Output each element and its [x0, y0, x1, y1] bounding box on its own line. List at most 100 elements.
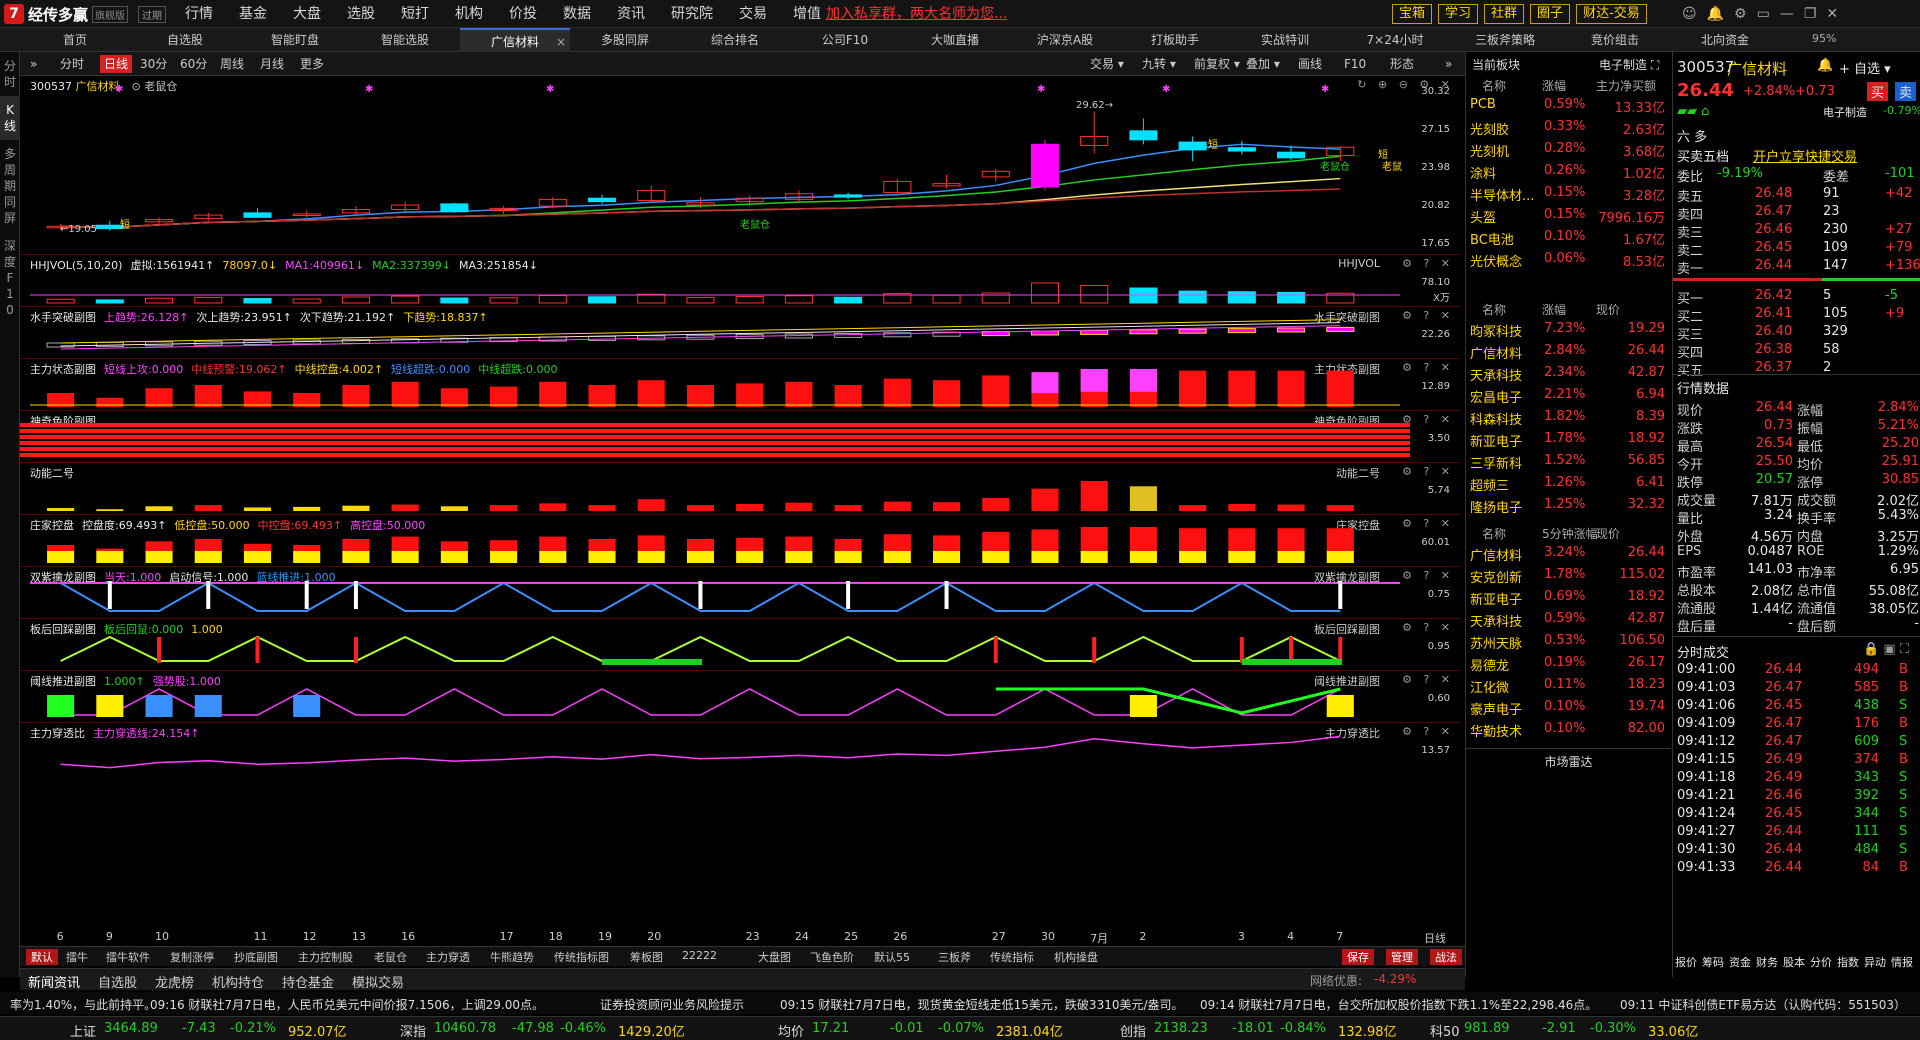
indicator-template-10[interactable]: 筹板图 [630, 949, 663, 965]
chart-tool-5[interactable]: F10 [1344, 55, 1366, 73]
market-radar-title[interactable]: 市场雷达 [1466, 748, 1671, 770]
table-row[interactable]: 光刻机 0.28% 3.68亿 [1466, 138, 1671, 160]
news-tab-2[interactable]: 龙虎榜 [155, 972, 194, 991]
tab-5[interactable]: 多股同屏 [570, 28, 680, 52]
indicator-template-9[interactable]: 传统指标图 [554, 949, 609, 965]
table-row[interactable]: 光伏概念 0.06% 8.53亿 [1466, 248, 1671, 270]
top-button-0[interactable]: 宝箱 [1392, 4, 1433, 24]
quote-footer-tab-1[interactable]: 筹码 [1702, 954, 1724, 970]
indicator-pane-0[interactable]: HHJVOL(5,10,20) 虚拟:1561941↑ 78097.0↓ MA1:40… [20, 254, 1460, 306]
indicator-pane-6[interactable]: 双紫擒龙副图 当天:1.000 启动信号:1.000 蓝线推进:1.000 双紫擒龙副图… [20, 566, 1460, 618]
ticker-item[interactable]: 09:15 财联社7月7日电，现货黄金短线走低15美元，跌破3310美元/盎司。 [780, 996, 1184, 1013]
table-row[interactable]: PCB 0.59% 13.33亿 [1466, 94, 1671, 116]
table-row[interactable]: BC电池 0.10% 1.67亿 [1466, 226, 1671, 248]
menu-item-1[interactable]: 基金 [226, 0, 280, 28]
period-6[interactable]: 更多 [300, 55, 324, 73]
chart-area[interactable]: 300537 广信材料 ⊙ 老鼠仓 ↻ ⊕ ⊖ ⚙ ✕ 30.32 27.15 23.98… [20, 76, 1460, 936]
menu-item-4[interactable]: 短打 [388, 0, 442, 28]
tab-9[interactable]: 沪深京A股 [1010, 28, 1120, 52]
column-header[interactable]: 名称 [1482, 301, 1506, 318]
table-row[interactable]: 华勤技术 0.10% 82.00 [1466, 718, 1671, 740]
menu-item-6[interactable]: 价投 [496, 0, 550, 28]
index-name[interactable]: 均价 [778, 1021, 804, 1040]
indicator-template-11[interactable]: 22222 [682, 949, 717, 962]
period-2[interactable]: 30分 [140, 55, 167, 73]
table-row[interactable]: 超频三 1.26% 6.41 [1466, 472, 1671, 494]
tab-13[interactable]: 三板斧策略 [1450, 28, 1560, 52]
table-row[interactable]: 天承科技 0.59% 42.87 [1466, 608, 1671, 630]
view-switch-1[interactable]: K线 [0, 96, 20, 140]
alert-icon[interactable]: 🔔 [1817, 58, 1833, 73]
menu-item-10[interactable]: 交易 [726, 0, 780, 28]
table-row[interactable]: 科森科技 1.82% 8.39 [1466, 406, 1671, 428]
tab-10[interactable]: 打板助手 [1120, 28, 1230, 52]
quote-footer-tab-6[interactable]: 指数 [1837, 954, 1859, 970]
restore-icon[interactable]: ❐ [1804, 0, 1817, 28]
tab-1[interactable]: 自选股 [130, 28, 240, 52]
indicator-template-5[interactable]: 主力控制股 [298, 949, 353, 965]
tab-15[interactable]: 北向资金 [1670, 28, 1780, 52]
indicator-template-17[interactable]: 机构操盘 [1054, 949, 1098, 965]
tab-7[interactable]: 公司F10 [790, 28, 900, 52]
indicator-template-7[interactable]: 主力穿透 [426, 949, 470, 965]
indicator-template-2[interactable]: 擂牛软件 [106, 949, 150, 965]
column-header[interactable]: 5分钟涨幅 [1542, 525, 1598, 542]
table-row[interactable]: 安克创新 1.78% 115.02 [1466, 564, 1671, 586]
minimize-icon[interactable]: — [1780, 0, 1794, 28]
table-row[interactable]: 广信材料 3.24% 26.44 [1466, 542, 1671, 564]
indicator-pane-7[interactable]: 板后回踩副图 板后回鼠:0.000 1.000 板后回踩副图 ⚙ ? ✕ 0.95 [20, 618, 1460, 670]
skin-icon[interactable]: ▭ [1757, 0, 1770, 28]
chart-tool-6[interactable]: 形态 [1390, 55, 1414, 73]
quote-footer-tab-8[interactable]: 情报 [1891, 954, 1913, 970]
sell-button[interactable]: 卖 [1895, 82, 1917, 101]
index-name[interactable]: 科50 [1430, 1021, 1460, 1040]
view-switch-0[interactable]: 分时 [0, 52, 20, 96]
bottom-action-2[interactable]: 战法 [1430, 949, 1462, 965]
close-icon[interactable]: ✕ [1826, 0, 1838, 28]
menu-item-3[interactable]: 选股 [334, 0, 388, 28]
tab-6[interactable]: 综合排名 [680, 28, 790, 52]
chart-tool-0[interactable]: 交易 ▾ [1090, 55, 1124, 73]
collapse-icon[interactable]: » [30, 55, 37, 73]
indicator-template-13[interactable]: 飞鱼色阶 [810, 949, 854, 965]
kline-pane[interactable]: 300537 广信材料 ⊙ 老鼠仓 ↻ ⊕ ⊖ ⚙ ✕ 30.32 27.15 23.98… [20, 76, 1460, 254]
news-tab-4[interactable]: 持仓基金 [282, 972, 334, 991]
tab-3[interactable]: 智能选股 [350, 28, 460, 52]
tab-0[interactable]: 首页 [20, 28, 130, 52]
indicator-pane-9[interactable]: 主力穿透比 主力穿透线:24.154↑ 主力穿透比 ⚙ ? ✕ 13.57 [20, 722, 1460, 774]
menu-item-8[interactable]: 资讯 [604, 0, 658, 28]
table-row[interactable]: 广信材料 2.84% 26.44 [1466, 340, 1671, 362]
quote-footer-tab-3[interactable]: 财务 [1756, 954, 1778, 970]
indicator-pane-5[interactable]: 庄家控盘 控盘度:69.493↑ 低控盘:50.000 中控盘:69.493↑ 高控盘:… [20, 514, 1460, 566]
ticker-item[interactable]: 率为1.40%，与此前持平。 [10, 996, 156, 1013]
quote-footer-tab-7[interactable]: 异动 [1864, 954, 1886, 970]
indicator-template-6[interactable]: 老鼠仓 [374, 949, 407, 965]
indicator-pane-2[interactable]: 主力状态副图 短线上攻:0.000 中线预警:19.062↑ 中线控盘:4.002↑ 短… [20, 358, 1460, 410]
indicator-template-12[interactable]: 大盘图 [758, 949, 791, 965]
period-0[interactable]: 分时 [60, 55, 84, 73]
table-row[interactable]: 隆扬电子 1.25% 32.32 [1466, 494, 1671, 516]
table-row[interactable]: 豪声电子 0.10% 19.74 [1466, 696, 1671, 718]
table-row[interactable]: 三孚新科 1.52% 56.85 [1466, 450, 1671, 472]
bottom-action-1[interactable]: 管理 [1386, 949, 1418, 965]
indicator-template-16[interactable]: 传统指标 [990, 949, 1034, 965]
indicator-pane-1[interactable]: 水手突破副图 上趋势:26.128↑ 次上趋势:23.951↑ 次下趋势:21.192… [20, 306, 1460, 358]
user-icon[interactable]: ☺ [1682, 0, 1697, 28]
indicator-template-3[interactable]: 复制涨停 [170, 949, 214, 965]
index-name[interactable]: 深指 [400, 1021, 426, 1040]
ticker-item[interactable]: 09:14 财联社7月7日电，台交所加权股价指数下跌1.1%至22,298.46… [1200, 996, 1597, 1013]
table-row[interactable]: 江化微 0.11% 18.23 [1466, 674, 1671, 696]
tab-14[interactable]: 竞价组击 [1560, 28, 1670, 52]
indicator-template-8[interactable]: 牛熊趋势 [490, 949, 534, 965]
tab-8[interactable]: 大咖直播 [900, 28, 1010, 52]
table-row[interactable]: 宏昌电子 2.21% 6.94 [1466, 384, 1671, 406]
chart-tool-2[interactable]: 前复权 ▾ [1194, 55, 1240, 73]
buy-button[interactable]: 买 [1867, 82, 1889, 101]
menu-item-2[interactable]: 大盘 [280, 0, 334, 28]
column-header[interactable]: 主力净买额 [1596, 77, 1656, 94]
column-header[interactable]: 涨幅 [1542, 77, 1566, 94]
top-button-3[interactable]: 圈子 [1530, 4, 1571, 24]
tab-close-icon[interactable]: × [556, 30, 566, 54]
top-button-2[interactable]: 社群 [1484, 4, 1525, 24]
indicator-pane-3[interactable]: 神奇色阶副图 神奇色阶副图 ⚙ ? ✕ 3.50 [20, 410, 1460, 462]
